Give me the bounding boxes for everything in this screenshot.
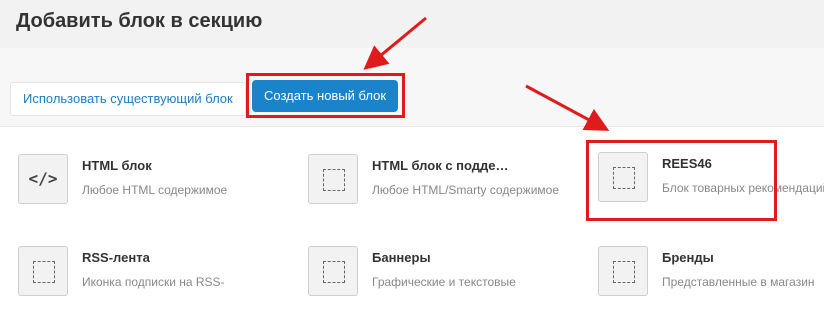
annotation-arrow [363,16,427,70]
annotation-arrows [363,16,610,131]
annotation-arrow [525,84,610,131]
